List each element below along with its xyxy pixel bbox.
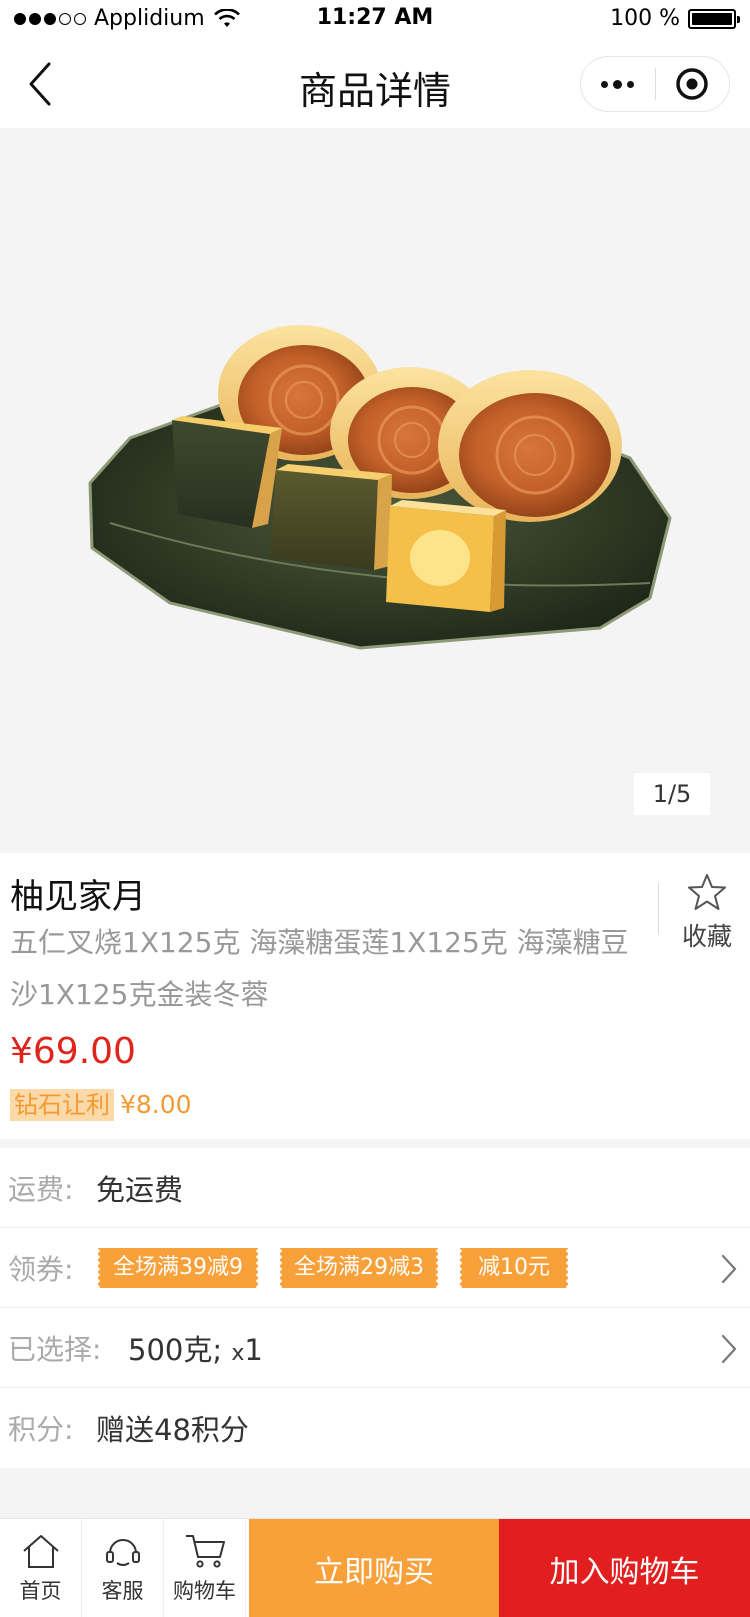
- mini-program-capsule: [580, 56, 730, 112]
- points-value: 赠送48积分: [96, 1413, 249, 1447]
- home-icon: [22, 1535, 59, 1568]
- selection-spec: 500克;: [128, 1332, 223, 1367]
- status-right: 100 %: [610, 6, 740, 31]
- member-discount-tag: 钻石让利: [10, 1089, 114, 1121]
- favorite-button[interactable]: 收藏: [672, 873, 742, 953]
- carousel-page-indicator: 1/5: [634, 773, 710, 815]
- product-image: [88, 325, 672, 650]
- selection-row[interactable]: 已选择: 500克; x1: [0, 1308, 750, 1388]
- shipping-row: 运费: 免运费: [0, 1148, 750, 1228]
- target-circle-icon: [676, 68, 708, 100]
- chevron-right-icon: [721, 1254, 737, 1284]
- home-label: 首页: [19, 1579, 62, 1603]
- member-discount-price: ¥8.00: [120, 1090, 192, 1119]
- more-button[interactable]: [581, 57, 655, 111]
- customer-service-button[interactable]: 客服: [82, 1519, 164, 1617]
- add-to-cart-button[interactable]: 加入购物车: [499, 1519, 750, 1617]
- home-button[interactable]: 首页: [0, 1519, 82, 1617]
- selection-label: 已选择:: [8, 1332, 102, 1366]
- cart-label: 购物车: [173, 1579, 236, 1603]
- close-button[interactable]: [656, 57, 730, 111]
- chevron-right-icon: [721, 1334, 737, 1364]
- shopping-cart-icon: [185, 1535, 225, 1568]
- status-bar: Applidium 11:27 AM 100 %: [0, 0, 750, 40]
- coupon-list: 全场满39减9 全场满29减3 减10元: [96, 1247, 570, 1288]
- favorite-label: 收藏: [681, 922, 732, 951]
- battery-percent: 100 %: [610, 6, 680, 31]
- product-price: ¥69.00: [10, 1031, 136, 1072]
- selection-value: 500克; x1: [128, 1327, 263, 1369]
- product-description: 五仁叉烧1X125克 海藻糖蛋莲1X125克 海藻糖豆沙1X125克金装冬蓉: [10, 926, 629, 1011]
- buy-now-button[interactable]: 立即购买: [249, 1519, 499, 1617]
- coupon-row[interactable]: 领券: 全场满39减9 全场满29减3 减10元: [0, 1228, 750, 1308]
- product-name: 柚见家月: [10, 877, 146, 917]
- coupon-tag[interactable]: 减10元: [458, 1247, 570, 1288]
- bottom-action-bar: 首页 客服 购物车 立即购买 加入购物车: [0, 1518, 750, 1617]
- points-row: 积分: 赠送48积分: [0, 1388, 750, 1468]
- coupon-label: 领券:: [8, 1252, 74, 1286]
- shipping-label: 运费:: [8, 1172, 74, 1206]
- favorite-divider: [658, 883, 659, 935]
- service-label: 客服: [101, 1579, 144, 1603]
- star-outline-icon: [688, 874, 726, 910]
- nav-bar: 商品详情: [0, 40, 750, 128]
- more-dots-icon: [601, 80, 609, 88]
- selection-qty-prefix: x: [231, 1340, 245, 1366]
- battery-icon: [688, 8, 740, 29]
- points-label: 积分:: [8, 1413, 74, 1446]
- product-info: 柚见家月 五仁叉烧1X125克 海藻糖蛋莲1X125克 海藻糖豆沙1X125克金…: [0, 853, 750, 1139]
- selection-qty: 1: [244, 1332, 263, 1367]
- coupon-tag[interactable]: 全场满39减9: [96, 1247, 260, 1288]
- headset-icon: [105, 1539, 140, 1566]
- product-image-carousel[interactable]: [0, 128, 750, 853]
- shipping-value: 免运费: [96, 1172, 184, 1207]
- cart-button[interactable]: 购物车: [164, 1519, 246, 1617]
- detail-rows: 运费: 免运费 领券: 全场满39减9 全场满29减3 减10元 已选择: 50…: [0, 1148, 750, 1468]
- coupon-tag[interactable]: 全场满29减3: [278, 1247, 440, 1288]
